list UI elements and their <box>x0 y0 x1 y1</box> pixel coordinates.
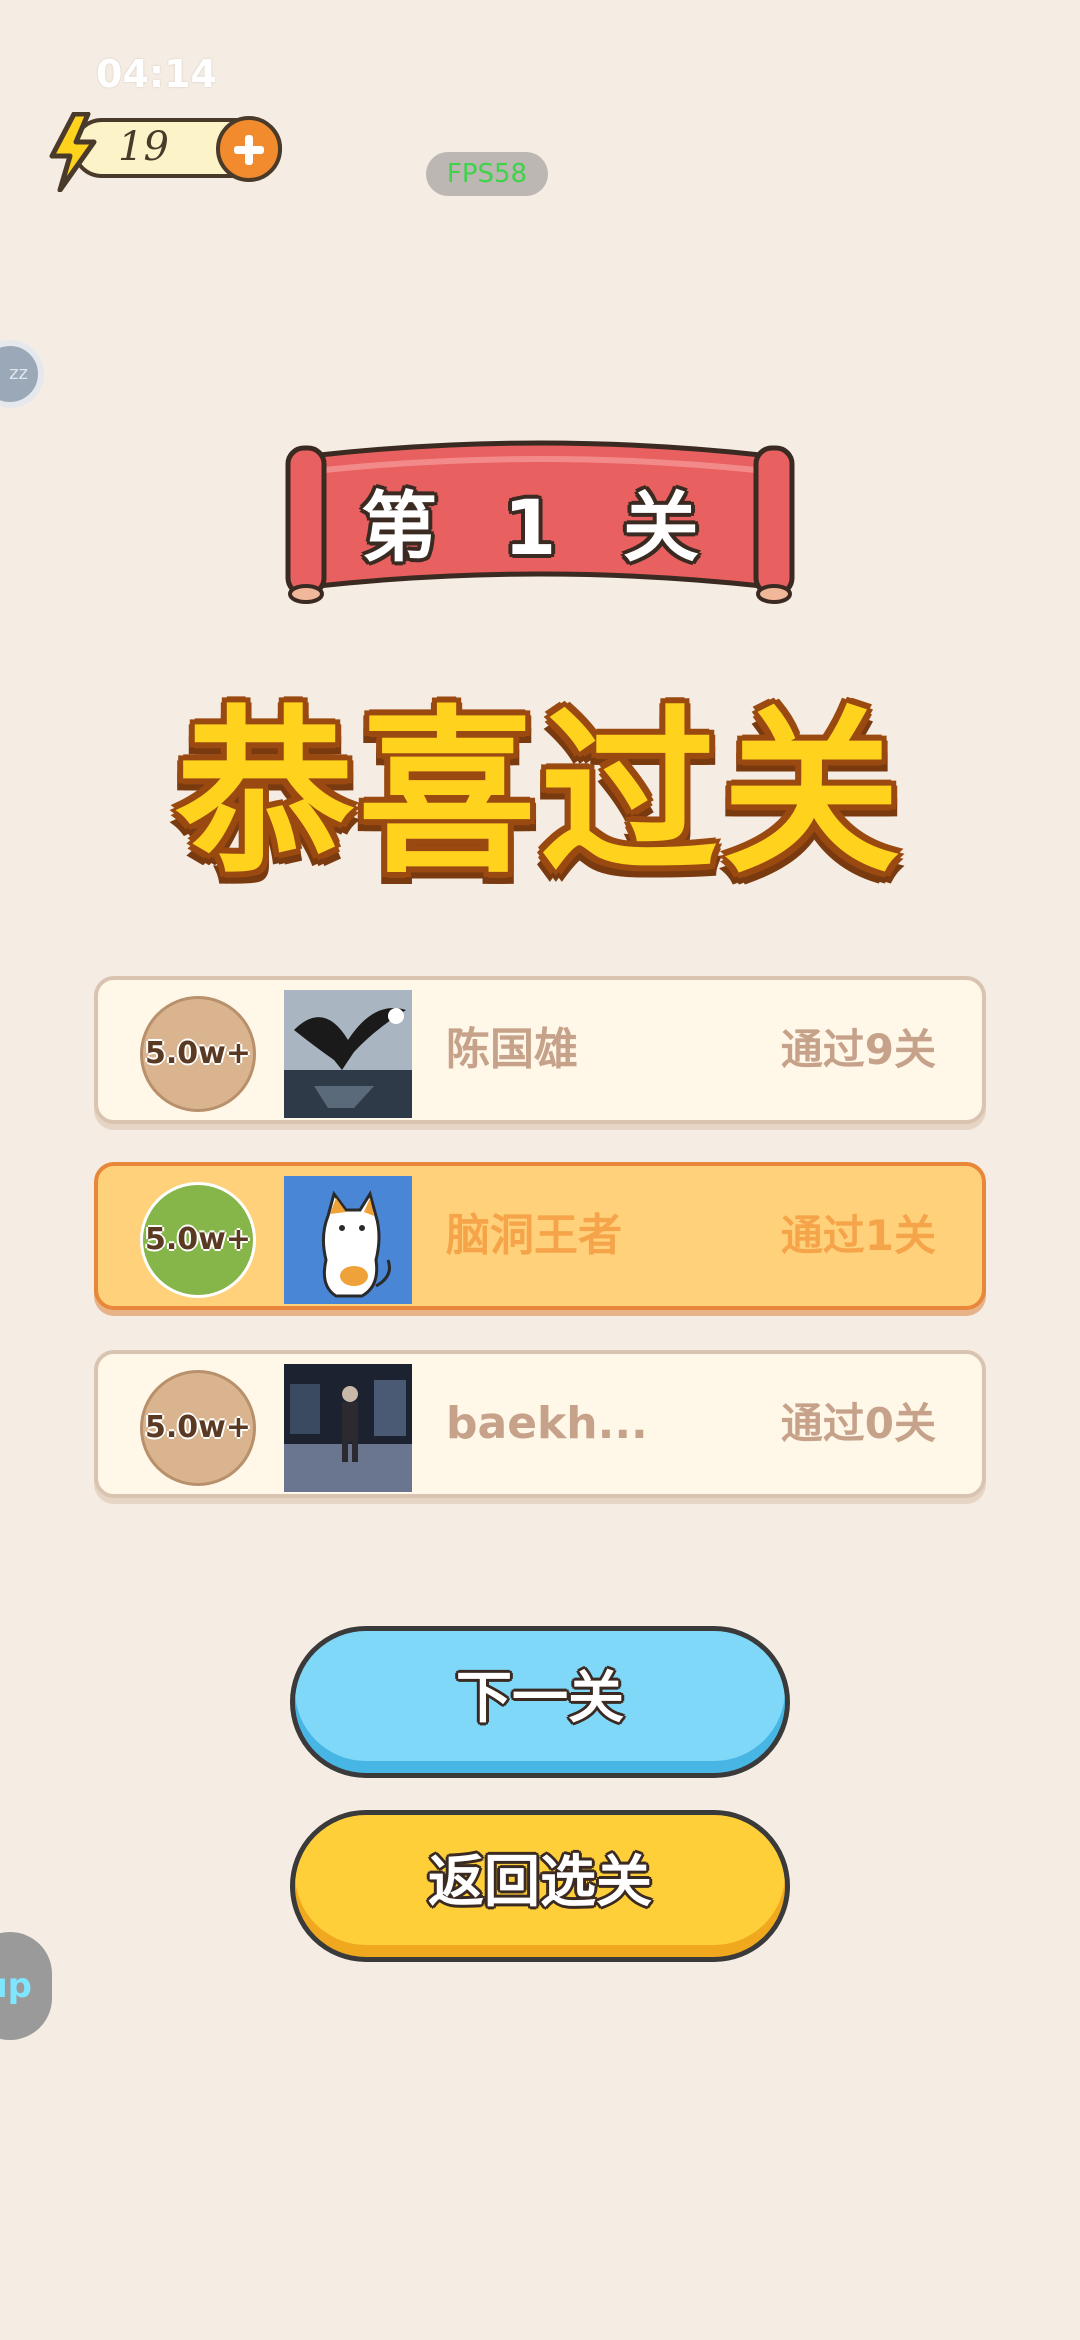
player-progress: 通过1关 <box>780 1211 936 1260</box>
score-badge: 5.0w+ <box>140 1370 256 1486</box>
player-progress: 通过9关 <box>780 1025 936 1074</box>
level-title: 第 1 关 <box>361 483 719 572</box>
score-badge: 5.0w+ <box>140 1182 256 1298</box>
floating-up-button[interactable]: up <box>0 1932 52 2040</box>
eagle-avatar <box>284 990 412 1118</box>
player-name: baekh... <box>446 1398 648 1449</box>
floating-zz-button[interactable]: zz <box>0 340 44 408</box>
back-to-level-select-button[interactable]: 返回选关 <box>290 1810 790 1962</box>
person-avatar <box>284 1364 412 1492</box>
player-name: 脑洞王者 <box>446 1210 622 1261</box>
player-progress: 通过0关 <box>780 1399 936 1448</box>
fps-indicator: FPS58 <box>426 152 548 196</box>
energy-counter: 19 <box>44 112 284 192</box>
energy-count: 19 <box>118 124 169 170</box>
congrats-title: 恭喜过关 <box>176 690 904 897</box>
cat-avatar <box>284 1176 412 1304</box>
next-level-button[interactable]: 下一关 <box>290 1626 790 1778</box>
rank-row-self: 5.0w+ 脑洞王者 通过1关 <box>94 1162 986 1310</box>
rank-row: 5.0w+ 陈国雄 通过9关 <box>94 976 986 1124</box>
player-name: 陈国雄 <box>446 1024 578 1075</box>
add-energy-button[interactable] <box>216 116 282 182</box>
score-badge: 5.0w+ <box>140 996 256 1112</box>
level-banner: 第 1 关 <box>280 436 800 606</box>
status-time: 04:14 <box>96 52 217 96</box>
rank-row: 5.0w+ baekh... 通过0关 <box>94 1350 986 1498</box>
lightning-bolt-icon <box>49 112 97 192</box>
